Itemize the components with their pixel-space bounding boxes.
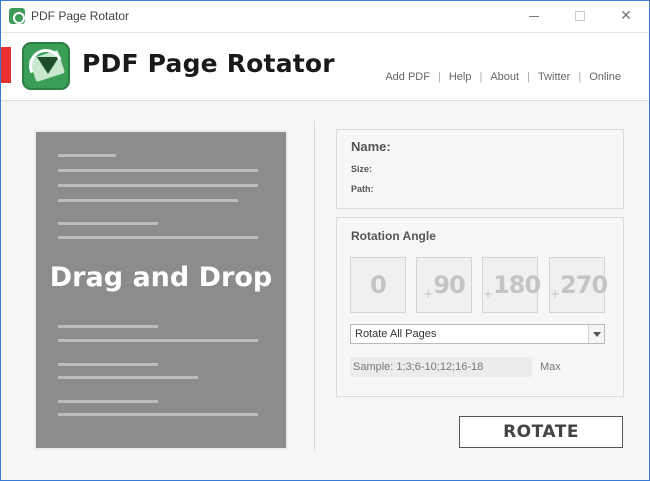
title-bar[interactable]: PDF Page Rotator ✕ [1, 1, 649, 32]
nav-online[interactable]: Online [589, 71, 621, 83]
angle-180-button[interactable]: +180 [482, 257, 541, 313]
window-title: PDF Page Rotator [31, 9, 130, 23]
top-nav: Add PDF | Help | About | Twitter | Onlin… [385, 71, 621, 83]
page-range-selected: Rotate All Pages [355, 328, 437, 340]
nav-help[interactable]: Help [449, 71, 472, 83]
plus-sign: + [483, 287, 493, 301]
maximize-button[interactable] [557, 1, 603, 32]
nav-separator: | [479, 71, 483, 83]
angle-value: 180 [493, 271, 541, 299]
nav-separator: | [527, 71, 530, 83]
app-small-icon [9, 8, 25, 24]
placeholder-line [58, 222, 158, 225]
rotation-title: Rotation Angle [351, 229, 436, 243]
app-window: PDF Page Rotator ✕ PDF Page Rotator Add … [0, 0, 650, 481]
angle-value: 0 [370, 271, 387, 299]
angle-90-button[interactable]: +90 [416, 257, 472, 313]
placeholder-line [58, 154, 116, 157]
rotation-panel: Rotation Angle 0 +90 +180 +270 Rotate Al… [336, 217, 624, 397]
close-icon: ✕ [620, 8, 632, 24]
drop-zone[interactable]: Drag and Drop [36, 132, 286, 448]
path-label: Path: [351, 184, 374, 194]
app-header: PDF Page Rotator Add PDF | Help | About … [1, 32, 649, 101]
plus-sign: + [550, 287, 560, 301]
angle-value: 270 [560, 271, 608, 299]
angle-0-button[interactable]: 0 [350, 257, 406, 313]
accent-tab [1, 47, 11, 83]
close-button[interactable]: ✕ [603, 1, 649, 32]
main-content: Drag and Drop Name: Size: Path: Rotation… [1, 102, 649, 480]
placeholder-line [58, 325, 158, 328]
placeholder-line [58, 339, 258, 342]
placeholder-line [58, 376, 198, 379]
placeholder-line [58, 169, 258, 172]
chevron-down-icon[interactable] [588, 325, 604, 343]
size-label: Size: [351, 164, 373, 174]
page-range-input[interactable] [350, 357, 532, 377]
nav-separator: | [437, 71, 441, 83]
plus-sign: + [423, 287, 433, 301]
app-title: PDF Page Rotator [82, 49, 335, 78]
max-label: Max [540, 361, 561, 373]
name-label: Name: [351, 139, 391, 154]
pdf-rotate-logo-icon [22, 42, 70, 90]
placeholder-line [58, 363, 158, 366]
maximize-icon [575, 11, 585, 21]
rotate-button[interactable]: ROTATE [459, 416, 623, 448]
placeholder-line [58, 400, 158, 403]
placeholder-line [58, 199, 238, 202]
nav-add-pdf[interactable]: Add PDF [385, 71, 430, 83]
nav-separator: | [578, 71, 582, 83]
file-info-panel: Name: Size: Path: [336, 129, 624, 209]
drop-zone-label: Drag and Drop [49, 262, 273, 293]
placeholder-line [58, 236, 258, 239]
nav-about[interactable]: About [490, 71, 519, 83]
vertical-divider [314, 121, 315, 451]
placeholder-line [58, 184, 258, 187]
minimize-icon [529, 16, 539, 17]
minimize-button[interactable] [511, 1, 557, 32]
nav-twitter[interactable]: Twitter [538, 71, 570, 83]
angle-value: 90 [433, 271, 465, 299]
angle-270-button[interactable]: +270 [549, 257, 608, 313]
page-range-select[interactable]: Rotate All Pages [350, 324, 605, 344]
placeholder-line [58, 413, 258, 416]
